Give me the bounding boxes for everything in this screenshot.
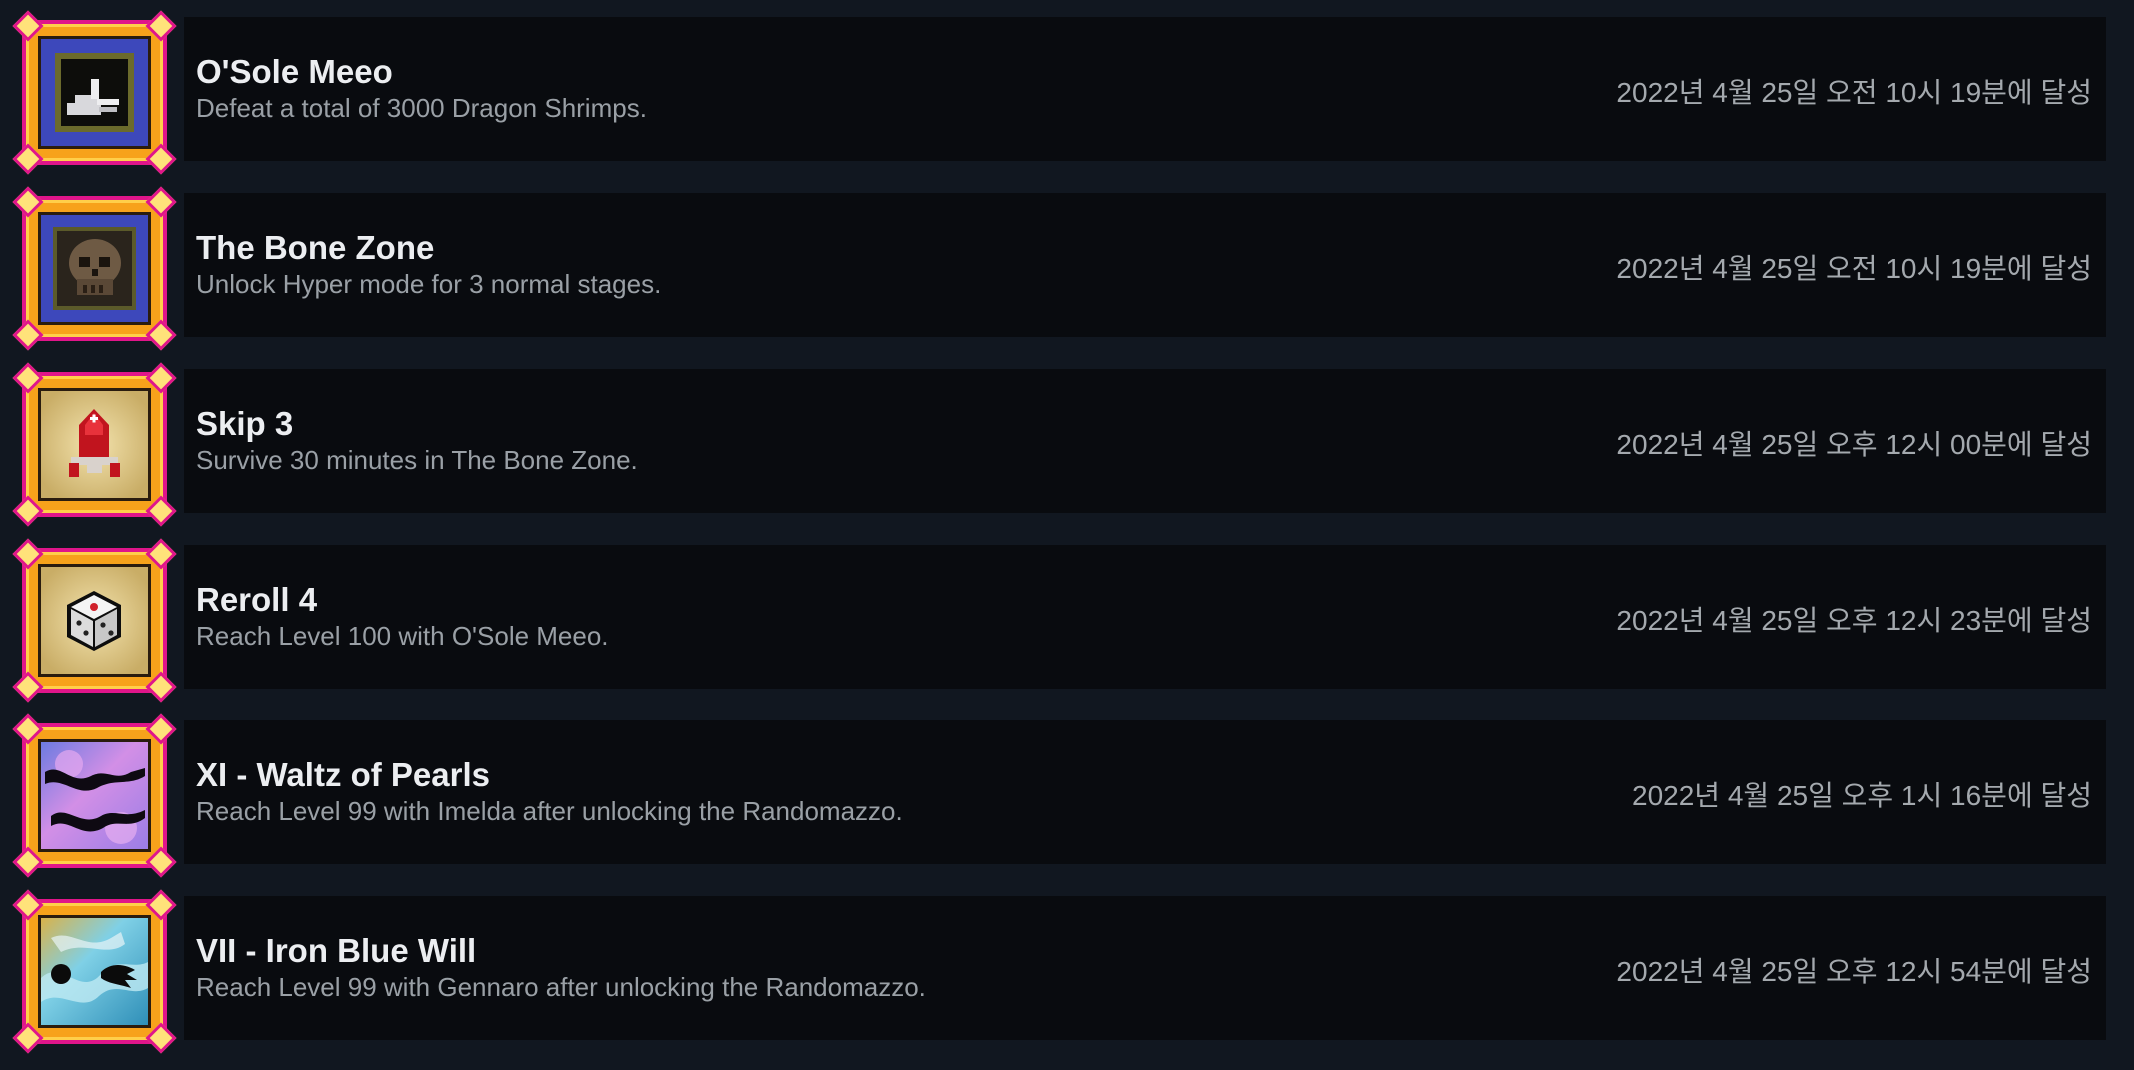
achievement-title: The Bone Zone — [196, 229, 435, 266]
achievement-title: VII - Iron Blue Will — [196, 932, 477, 969]
achievement-description: Defeat a total of 3000 Dragon Shrimps. — [196, 93, 647, 123]
achievement-description: Reach Level 99 with Gennaro after unlock… — [196, 972, 926, 1002]
achievement-panel: XI - Waltz of Pearls Reach Level 99 with… — [184, 720, 2106, 864]
achievement-list: O'Sole Meeo Defeat a total of 3000 Drago… — [0, 0, 2134, 1070]
achievement-icon-frame — [12, 362, 177, 527]
achievement-icon-frame — [12, 538, 177, 703]
achievement-panel: VII - Iron Blue Will Reach Level 99 with… — [184, 896, 2106, 1040]
red-rocket-icon — [38, 388, 151, 501]
achievement-unlock-date: 2022년 4월 25일 오후 12시 00분에 달성 — [1616, 429, 2092, 460]
achievement-title: Reroll 4 — [196, 581, 318, 618]
achievement-panel: The Bone Zone Unlock Hyper mode for 3 no… — [184, 193, 2106, 337]
achievement-title: O'Sole Meeo — [196, 53, 393, 90]
achievement-row[interactable]: VII - Iron Blue Will Reach Level 99 with… — [0, 889, 2134, 1054]
achievement-unlock-date: 2022년 4월 25일 오후 12시 23분에 달성 — [1616, 605, 2092, 636]
achievement-icon-frame — [12, 889, 177, 1054]
pink-waves-card-icon — [38, 739, 151, 852]
achievement-row[interactable]: Skip 3 Survive 30 minutes in The Bone Zo… — [0, 362, 2134, 527]
achievement-row[interactable]: O'Sole Meeo Defeat a total of 3000 Drago… — [0, 10, 2134, 175]
achievement-description: Reach Level 100 with O'Sole Meeo. — [196, 621, 609, 651]
pointing-hand-icon — [38, 36, 151, 149]
achievement-panel: Skip 3 Survive 30 minutes in The Bone Zo… — [184, 369, 2106, 513]
dice-icon — [38, 564, 151, 677]
skull-icon — [38, 212, 151, 325]
blue-storm-card-icon — [38, 915, 151, 1028]
achievement-icon-frame — [12, 186, 177, 351]
achievement-description: Reach Level 99 with Imelda after unlocki… — [196, 796, 903, 826]
achievement-row[interactable]: Reroll 4 Reach Level 100 with O'Sole Mee… — [0, 538, 2134, 703]
achievement-unlock-date: 2022년 4월 25일 오전 10시 19분에 달성 — [1616, 77, 2092, 108]
achievement-row[interactable]: The Bone Zone Unlock Hyper mode for 3 no… — [0, 186, 2134, 351]
achievement-unlock-date: 2022년 4월 25일 오후 1시 16분에 달성 — [1632, 780, 2092, 811]
achievement-icon-frame — [12, 713, 177, 878]
achievement-row[interactable]: XI - Waltz of Pearls Reach Level 99 with… — [0, 713, 2134, 878]
achievement-icon-frame — [12, 10, 177, 175]
achievement-description: Survive 30 minutes in The Bone Zone. — [196, 445, 638, 475]
achievement-unlock-date: 2022년 4월 25일 오후 12시 54분에 달성 — [1616, 956, 2092, 987]
achievement-panel: Reroll 4 Reach Level 100 with O'Sole Mee… — [184, 545, 2106, 689]
achievement-title: XI - Waltz of Pearls — [196, 756, 491, 793]
achievement-unlock-date: 2022년 4월 25일 오전 10시 19분에 달성 — [1616, 253, 2092, 284]
achievement-panel: O'Sole Meeo Defeat a total of 3000 Drago… — [184, 17, 2106, 161]
achievement-title: Skip 3 — [196, 405, 294, 442]
achievement-description: Unlock Hyper mode for 3 normal stages. — [196, 269, 662, 299]
